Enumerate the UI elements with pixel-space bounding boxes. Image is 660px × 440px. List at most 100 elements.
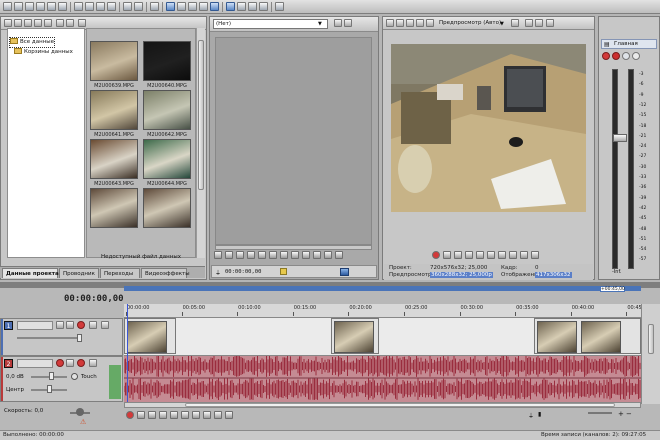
track-name-field[interactable]	[17, 359, 53, 368]
loop-region-bar[interactable]	[124, 286, 641, 291]
media-thumbnail[interactable]	[90, 188, 138, 228]
envelope-tool-icon[interactable]	[177, 2, 186, 11]
automation-mode-label[interactable]: Touch	[81, 374, 97, 380]
stop-icon[interactable]	[258, 251, 266, 259]
master-volume-fader[interactable]	[613, 134, 627, 142]
track-mute-icon[interactable]	[77, 359, 85, 367]
zoom-out-icon[interactable]: −	[626, 410, 632, 418]
grid-icon[interactable]	[546, 19, 554, 27]
media-thumbnail[interactable]	[143, 90, 191, 130]
timeline-cursor[interactable]	[127, 304, 128, 404]
track-fx-icon[interactable]	[66, 359, 74, 367]
new-project-icon[interactable]	[3, 2, 12, 11]
prev-frame-icon[interactable]	[520, 251, 528, 259]
media-thumbnail[interactable]	[90, 41, 138, 81]
timeline-vertical-scrollbar[interactable]	[641, 304, 660, 404]
automation-mode-icon[interactable]	[71, 373, 78, 380]
track-name-field[interactable]	[17, 321, 53, 330]
tab-transitions[interactable]: Переходы	[100, 268, 140, 278]
import-media-icon[interactable]	[4, 19, 12, 27]
audio-track-lane[interactable]	[123, 355, 641, 402]
time-ruler[interactable]: 00:00:00 00:05:00 00:10:00 00:15:00 00:20:00…	[124, 304, 650, 318]
loop-playback-icon[interactable]	[137, 411, 145, 419]
preview-icon[interactable]	[150, 2, 159, 11]
chevron-down-icon[interactable]: ▼	[318, 21, 322, 27]
master-fx-icon[interactable]	[602, 52, 610, 60]
go-to-start-icon[interactable]	[269, 251, 277, 259]
go-to-start-icon[interactable]	[192, 411, 200, 419]
play-icon[interactable]	[159, 411, 167, 419]
properties-icon[interactable]	[58, 2, 67, 11]
prev-frame-icon[interactable]	[324, 251, 332, 259]
master-settings-icon[interactable]	[632, 52, 640, 60]
split-screen-icon[interactable]	[406, 19, 414, 27]
selection-tool-icon[interactable]	[188, 2, 197, 11]
preview-properties-icon[interactable]	[386, 19, 394, 27]
copy-snapshot-icon[interactable]	[525, 19, 533, 27]
play-icon[interactable]	[236, 251, 244, 259]
media-fx-icon[interactable]	[56, 19, 64, 27]
paste-icon[interactable]	[96, 2, 105, 11]
preview-quality-select[interactable]: Предпросмотр (Авто)	[439, 20, 501, 26]
auto-ripple-icon[interactable]	[226, 2, 235, 11]
preview-external-icon[interactable]	[396, 19, 404, 27]
ignore-grouping-icon[interactable]	[248, 2, 257, 11]
slider-handle[interactable]	[76, 408, 84, 416]
prev-frame-icon[interactable]	[214, 411, 222, 419]
master-mute-icon[interactable]	[612, 52, 620, 60]
add-to-timeline-icon[interactable]	[291, 251, 299, 259]
track-solo-icon[interactable]	[89, 321, 97, 329]
next-frame-icon[interactable]	[531, 251, 539, 259]
search-media-icon[interactable]	[66, 19, 74, 27]
snapping-icon[interactable]	[210, 2, 219, 11]
track-record-icon[interactable]	[56, 359, 64, 367]
scroll-thumb[interactable]	[198, 40, 204, 190]
timeline-horizontal-scrollbar[interactable]	[124, 402, 641, 408]
cut-icon[interactable]	[74, 2, 83, 11]
marker-icon[interactable]: ▮	[538, 411, 541, 418]
track-composite-icon[interactable]	[101, 321, 109, 329]
preview-fx-icon[interactable]	[416, 19, 424, 27]
chevron-down-icon[interactable]: ▼	[500, 21, 504, 27]
trimmer-source-select[interactable]: (Нет)	[213, 19, 328, 29]
slider-handle[interactable]	[77, 334, 82, 342]
tab-video-fx[interactable]: Видеоэффекты	[141, 268, 190, 278]
normal-edit-tool-icon[interactable]	[166, 2, 175, 11]
open-icon[interactable]	[14, 2, 23, 11]
zoom-in-icon[interactable]: +	[618, 410, 624, 418]
media-properties-icon[interactable]	[44, 19, 52, 27]
overwrite-icon[interactable]	[313, 251, 321, 259]
scroll-thumb[interactable]	[648, 324, 654, 354]
master-solo-icon[interactable]	[622, 52, 630, 60]
trimmer-history-icon[interactable]	[334, 19, 342, 27]
go-to-end-icon[interactable]	[280, 251, 288, 259]
capture-video-icon[interactable]	[14, 19, 22, 27]
media-thumbnail[interactable]	[90, 139, 138, 179]
track-solo-icon[interactable]	[89, 359, 97, 367]
loop-playback-icon[interactable]	[214, 251, 222, 259]
views-icon[interactable]	[78, 19, 86, 27]
insert-icon[interactable]	[302, 251, 310, 259]
save-as-icon[interactable]	[36, 2, 45, 11]
record-icon[interactable]	[432, 251, 440, 259]
tab-project-media[interactable]: Данные проекта	[2, 268, 59, 278]
undo-icon[interactable]	[123, 2, 132, 11]
media-thumbnail[interactable]	[143, 188, 191, 228]
play-icon[interactable]	[465, 251, 473, 259]
tree-item-all-media[interactable]: Все данные	[8, 37, 56, 48]
video-track-lane[interactable]	[124, 318, 641, 356]
trimmer-add-to-timeline-icon[interactable]	[340, 268, 349, 276]
loop-playback-icon[interactable]	[443, 251, 451, 259]
overlays-icon[interactable]	[511, 19, 519, 27]
save-snapshot-icon[interactable]	[535, 19, 543, 27]
stop-icon[interactable]	[181, 411, 189, 419]
pause-icon[interactable]	[476, 251, 484, 259]
remove-media-icon[interactable]	[34, 19, 42, 27]
play-from-start-icon[interactable]	[454, 251, 462, 259]
pause-icon[interactable]	[170, 411, 178, 419]
get-media-icon[interactable]	[24, 19, 32, 27]
snapshot-icon[interactable]: ⏚	[215, 268, 221, 277]
tab-explorer[interactable]: Проводник	[59, 268, 99, 278]
trimmer-clear-icon[interactable]	[344, 19, 352, 27]
marker-icon[interactable]	[280, 268, 287, 275]
